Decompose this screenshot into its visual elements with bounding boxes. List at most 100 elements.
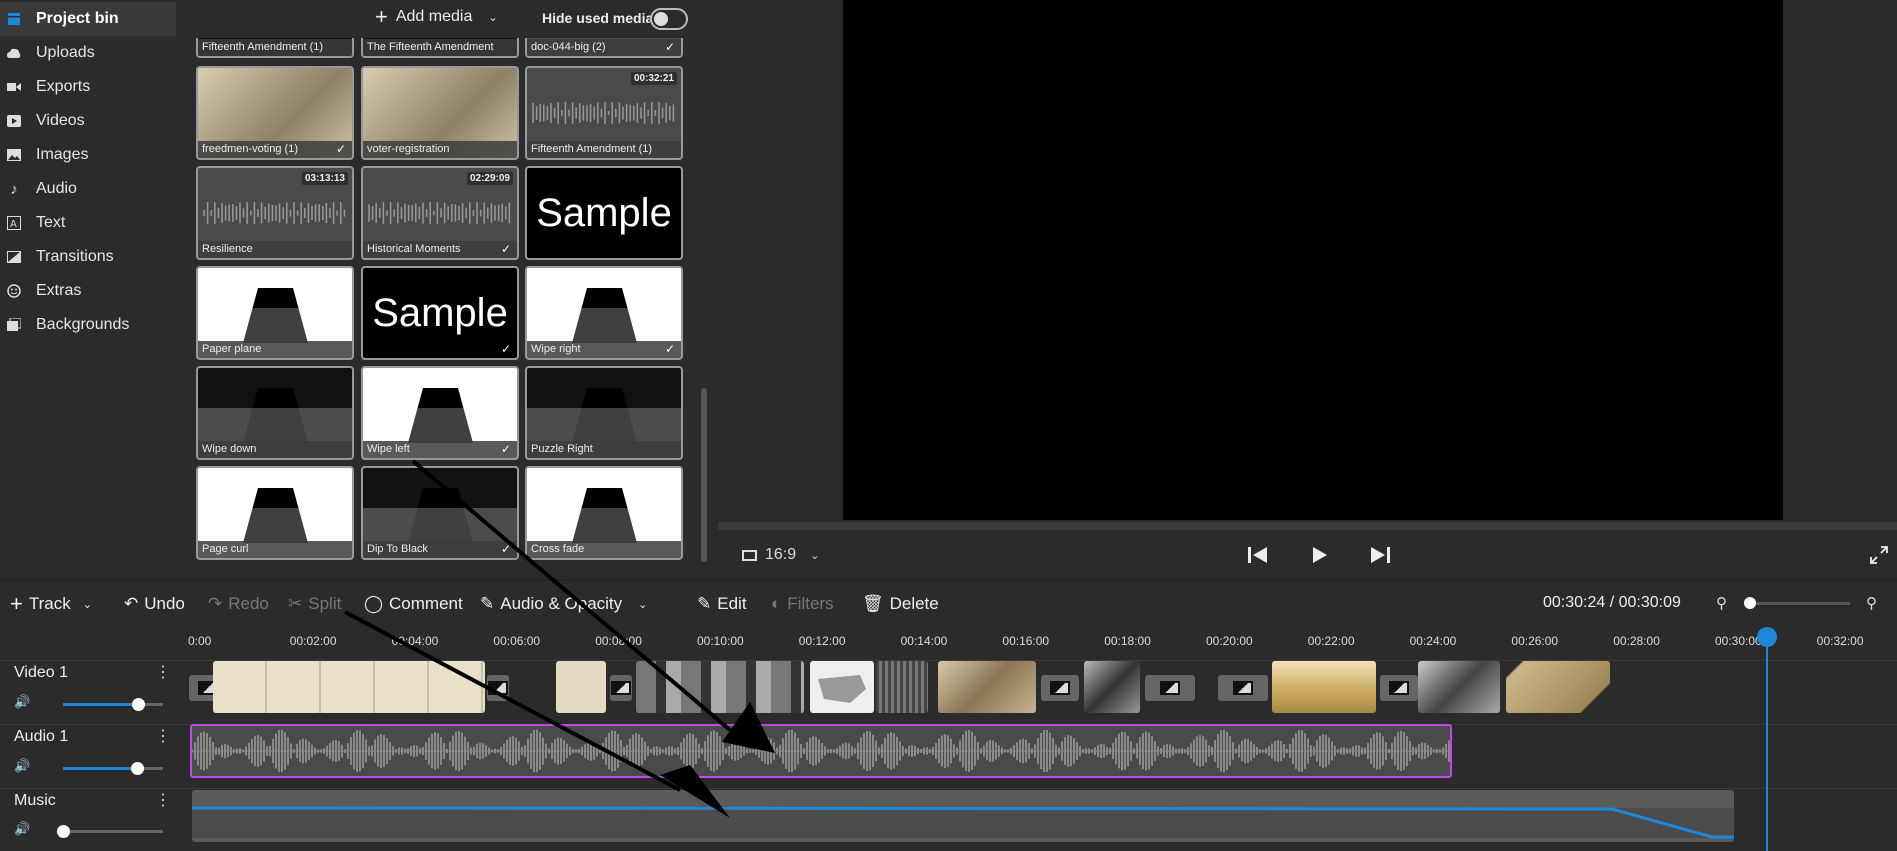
sidebar-item-audio[interactable]: ♪ Audio: [0, 172, 178, 206]
sidebar-item-label: Exports: [36, 78, 91, 95]
speaker-icon[interactable]: 🔊: [14, 821, 30, 837]
sidebar-item-backgrounds[interactable]: Backgrounds: [0, 308, 178, 342]
duration-badge: 00:32:21: [630, 72, 677, 85]
media-tile[interactable]: Page curl: [196, 466, 354, 560]
sidebar-item-images[interactable]: Images: [0, 138, 178, 172]
ruler-tick-label: 00:28:00: [1613, 634, 1660, 648]
playhead-line[interactable]: [1766, 628, 1768, 851]
sidebar-item-videos[interactable]: Videos: [0, 104, 178, 138]
transition-clip[interactable]: [1218, 675, 1268, 701]
scissors-icon: ✂: [288, 594, 303, 613]
zoom-slider-track[interactable]: [1747, 602, 1850, 605]
video-clip[interactable]: [556, 661, 606, 713]
media-tile-label: voter-registration: [363, 141, 517, 158]
aspect-ratio-select[interactable]: 16:9 ⌄: [742, 546, 819, 564]
media-tile[interactable]: Wipe down: [196, 366, 354, 460]
skip-forward-button[interactable]: [1370, 546, 1390, 569]
zoom-in-icon[interactable]: ⚲: [1866, 594, 1877, 612]
volume-slider-knob[interactable]: [57, 825, 70, 838]
sidebar-item-text[interactable]: A Text: [0, 206, 178, 240]
video-clip[interactable]: [810, 661, 874, 713]
skip-back-button[interactable]: [1248, 546, 1268, 569]
track-more-icon[interactable]: ⋮: [155, 726, 171, 746]
preview-canvas[interactable]: [843, 0, 1783, 520]
trash-icon: 🗑: [862, 594, 884, 613]
bin-scrollbar[interactable]: [701, 388, 707, 562]
pencil-icon: ✎: [697, 594, 712, 613]
play-button[interactable]: [1311, 546, 1329, 569]
volume-slider-knob[interactable]: [132, 698, 145, 711]
media-tile[interactable]: Sample: [525, 166, 683, 260]
redo-button[interactable]: ↷ Redo: [208, 594, 269, 614]
sidebar-item-uploads[interactable]: Uploads: [0, 36, 178, 70]
media-tile[interactable]: Wipe right ✓: [525, 266, 683, 360]
track-more-icon[interactable]: ⋮: [155, 790, 171, 810]
music-clip[interactable]: [192, 790, 1734, 842]
add-media-button[interactable]: + Add media ⌄: [375, 6, 498, 28]
track-more-icon[interactable]: ⋮: [155, 662, 171, 682]
sidebar-item-transitions[interactable]: Transitions: [0, 240, 178, 274]
media-tile[interactable]: Wipe left ✓: [361, 366, 519, 460]
media-tile[interactable]: 02:29:09 Historical Moments ✓: [361, 166, 519, 260]
transition-clip[interactable]: [1041, 675, 1079, 701]
chevron-down-icon: ⌄: [810, 549, 820, 562]
volume-envelope: [192, 806, 1734, 839]
transition-clip[interactable]: [610, 675, 632, 701]
filters-button[interactable]: ◐ Filters: [771, 594, 834, 614]
ruler-tick-label: 00:30:00: [1715, 634, 1762, 648]
video-clip[interactable]: [938, 661, 1036, 713]
video-clip[interactable]: [636, 661, 804, 713]
video-clip[interactable]: [1084, 661, 1140, 713]
media-tile[interactable]: voter-registration: [361, 66, 519, 160]
audio-clip-selected[interactable]: [190, 724, 1452, 778]
media-tile[interactable]: Paper plane: [196, 266, 354, 360]
sidebar-item-extras[interactable]: Extras: [0, 274, 178, 308]
hide-used-label: Hide used media: [542, 10, 654, 26]
filters-icon: ◐: [771, 594, 782, 613]
media-tile[interactable]: Cross fade: [525, 466, 683, 560]
media-tile[interactable]: freedmen-voting (1) ✓: [196, 66, 354, 160]
audio-waveform: [192, 729, 1450, 773]
playhead-handle[interactable]: [1757, 627, 1777, 647]
media-tile[interactable]: Puzzle Right: [525, 366, 683, 460]
sidebar-item-project-bin[interactable]: Project bin: [0, 2, 176, 36]
video-clip[interactable]: [213, 661, 485, 713]
delete-button[interactable]: 🗑 Delete: [862, 594, 939, 614]
fullscreen-button[interactable]: [1870, 546, 1888, 569]
edit-button[interactable]: ✎ Edit: [697, 594, 747, 614]
preview-scrub-bar[interactable]: [718, 522, 1897, 530]
chevron-down-icon: ⌄: [488, 11, 498, 24]
media-tile[interactable]: 00:32:21 Fifteenth Amendment (1): [525, 66, 683, 160]
undo-button[interactable]: ↶ Undo: [124, 594, 185, 614]
zoom-slider-knob[interactable]: [1744, 597, 1756, 609]
ruler-tick-label: 00:04:00: [391, 634, 439, 648]
zoom-out-icon[interactable]: ⚲: [1716, 594, 1727, 612]
transition-clip[interactable]: [1380, 675, 1418, 701]
volume-slider-track[interactable]: [63, 830, 163, 833]
speaker-icon[interactable]: 🔊: [14, 758, 30, 774]
video-clip[interactable]: [1506, 661, 1610, 713]
split-label: Split: [308, 594, 342, 613]
speaker-icon[interactable]: 🔊: [14, 694, 30, 710]
transition-clip[interactable]: [1145, 675, 1195, 701]
video-clip[interactable]: [876, 661, 928, 713]
media-tile[interactable]: Dip To Black ✓: [361, 466, 519, 560]
split-button[interactable]: ✂ Split: [288, 594, 341, 614]
hide-used-toggle[interactable]: [650, 8, 688, 30]
comment-button[interactable]: ◯ Comment: [364, 594, 463, 614]
media-tile[interactable]: 03:13:13 Resilience: [196, 166, 354, 260]
aspect-ratio-icon: [742, 549, 757, 561]
media-tile[interactable]: Sample ✓: [361, 266, 519, 360]
volume-slider-knob[interactable]: [131, 762, 144, 775]
video-clip[interactable]: [1418, 661, 1500, 713]
track-menu-button[interactable]: + Track ⌄: [10, 593, 92, 615]
video-clip[interactable]: [1272, 661, 1376, 713]
ruler-tick-label: 00:14:00: [900, 634, 948, 648]
audio-opacity-button[interactable]: ✎ Audio & Opacity ⌄: [480, 594, 647, 614]
smiley-icon: [6, 283, 22, 299]
sidebar-item-exports[interactable]: Exports: [0, 70, 178, 104]
audio-opacity-label: Audio & Opacity: [500, 594, 623, 613]
transition-clip[interactable]: [487, 675, 509, 701]
backgrounds-icon: [6, 317, 22, 333]
video-export-icon: [6, 79, 22, 95]
